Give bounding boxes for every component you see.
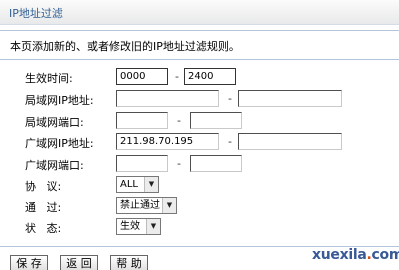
chevron-down-icon[interactable]: ▼: [144, 177, 158, 192]
effective-time-separator: -: [175, 70, 179, 83]
wan-port-start-input[interactable]: [116, 155, 168, 172]
lan-ip-label: 局域网IP地址:: [25, 94, 94, 107]
panel-title: IP地址过滤: [9, 7, 63, 20]
effective-time-start-input[interactable]: 0000: [116, 68, 168, 85]
protocol-select[interactable]: ALL ▼: [116, 176, 159, 193]
protocol-selected-value: ALL: [120, 179, 138, 190]
save-button[interactable]: 保 存: [10, 255, 48, 270]
wan-port-label: 广域网端口:: [25, 159, 84, 172]
protocol-label: 协 议:: [25, 180, 62, 193]
effective-time-end-input[interactable]: 2400: [184, 68, 236, 85]
top-divider: [0, 30, 399, 31]
status-selected-value: 生效: [120, 221, 140, 232]
lan-ip-start-input[interactable]: [116, 90, 219, 107]
wan-ip-label: 广域网IP地址:: [25, 137, 94, 150]
chevron-down-icon[interactable]: ▼: [146, 219, 160, 234]
wan-port-end-input[interactable]: [190, 155, 242, 172]
lan-port-separator: -: [177, 114, 181, 127]
lan-ip-separator: -: [228, 92, 232, 105]
lan-port-start-input[interactable]: [116, 112, 168, 129]
lan-port-label: 局域网端口:: [25, 116, 84, 129]
wan-port-separator: -: [177, 157, 181, 170]
wan-ip-separator: -: [228, 135, 232, 148]
lan-ip-end-input[interactable]: [238, 90, 342, 107]
watermark-tld: com: [371, 247, 399, 263]
wan-ip-end-input[interactable]: [238, 133, 342, 150]
effective-time-label: 生效时间:: [25, 72, 73, 85]
pass-selected-value: 禁止通过: [120, 200, 160, 211]
pass-label: 通 过:: [25, 201, 62, 214]
lan-port-end-input[interactable]: [190, 112, 242, 129]
status-label: 状 态:: [25, 222, 62, 235]
chevron-down-icon[interactable]: ▼: [162, 198, 176, 213]
ip-filter-page: IP地址过滤 本页添加新的、或者修改旧的IP地址过滤规则。 生效时间: 0000…: [0, 0, 399, 270]
status-select[interactable]: 生效 ▼: [116, 218, 161, 235]
wan-ip-start-input[interactable]: 211.98.70.195: [116, 133, 219, 150]
description-divider: [0, 59, 399, 60]
back-button[interactable]: 返 回: [60, 255, 98, 270]
watermark: xuexila.com: [312, 247, 399, 263]
watermark-name: xuexila: [312, 247, 367, 263]
panel-description: 本页添加新的、或者修改旧的IP地址过滤规则。: [10, 40, 240, 53]
panel-title-bar: IP地址过滤: [0, 0, 399, 25]
help-button[interactable]: 帮 助: [110, 255, 148, 270]
pass-select[interactable]: 禁止通过 ▼: [116, 197, 177, 214]
